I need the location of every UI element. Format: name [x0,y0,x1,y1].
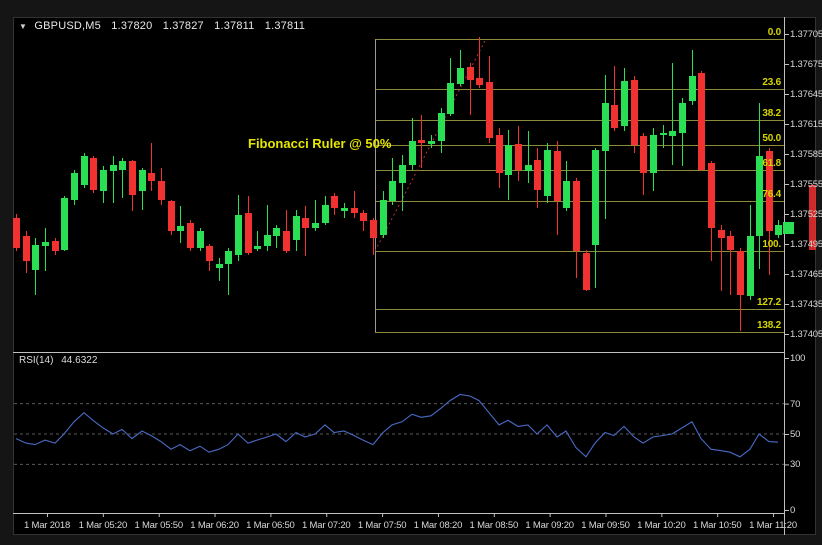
price-axis-surface[interactable] [784,17,816,513]
quote-close: 1.37811 [265,20,305,32]
rsi-indicator-label: RSI(14) 44.6322 [19,355,97,366]
quote-low: 1.37811 [214,20,254,32]
symbol-quote-bar: ▼ GBPUSD,M5 1.37820 1.37827 1.37811 1.37… [19,20,305,33]
rsi-panel-surface[interactable] [13,355,784,513]
quote-high: 1.37827 [163,20,204,32]
main-chart-surface[interactable] [13,17,784,349]
rsi-value: 44.6322 [61,355,97,366]
quote-open: 1.37820 [111,20,152,32]
symbol-label: GBPUSD,M5 [34,20,101,32]
mt4-chart-window: 1.377051.376751.376451.376151.375851.375… [0,0,822,545]
fibonacci-ruler-annotation[interactable]: Fibonacci Ruler @ 50% [248,136,391,151]
symbol-dropdown-icon[interactable]: ▼ [19,22,27,31]
rsi-name: RSI(14) [19,355,53,366]
time-axis-surface[interactable] [13,513,784,535]
